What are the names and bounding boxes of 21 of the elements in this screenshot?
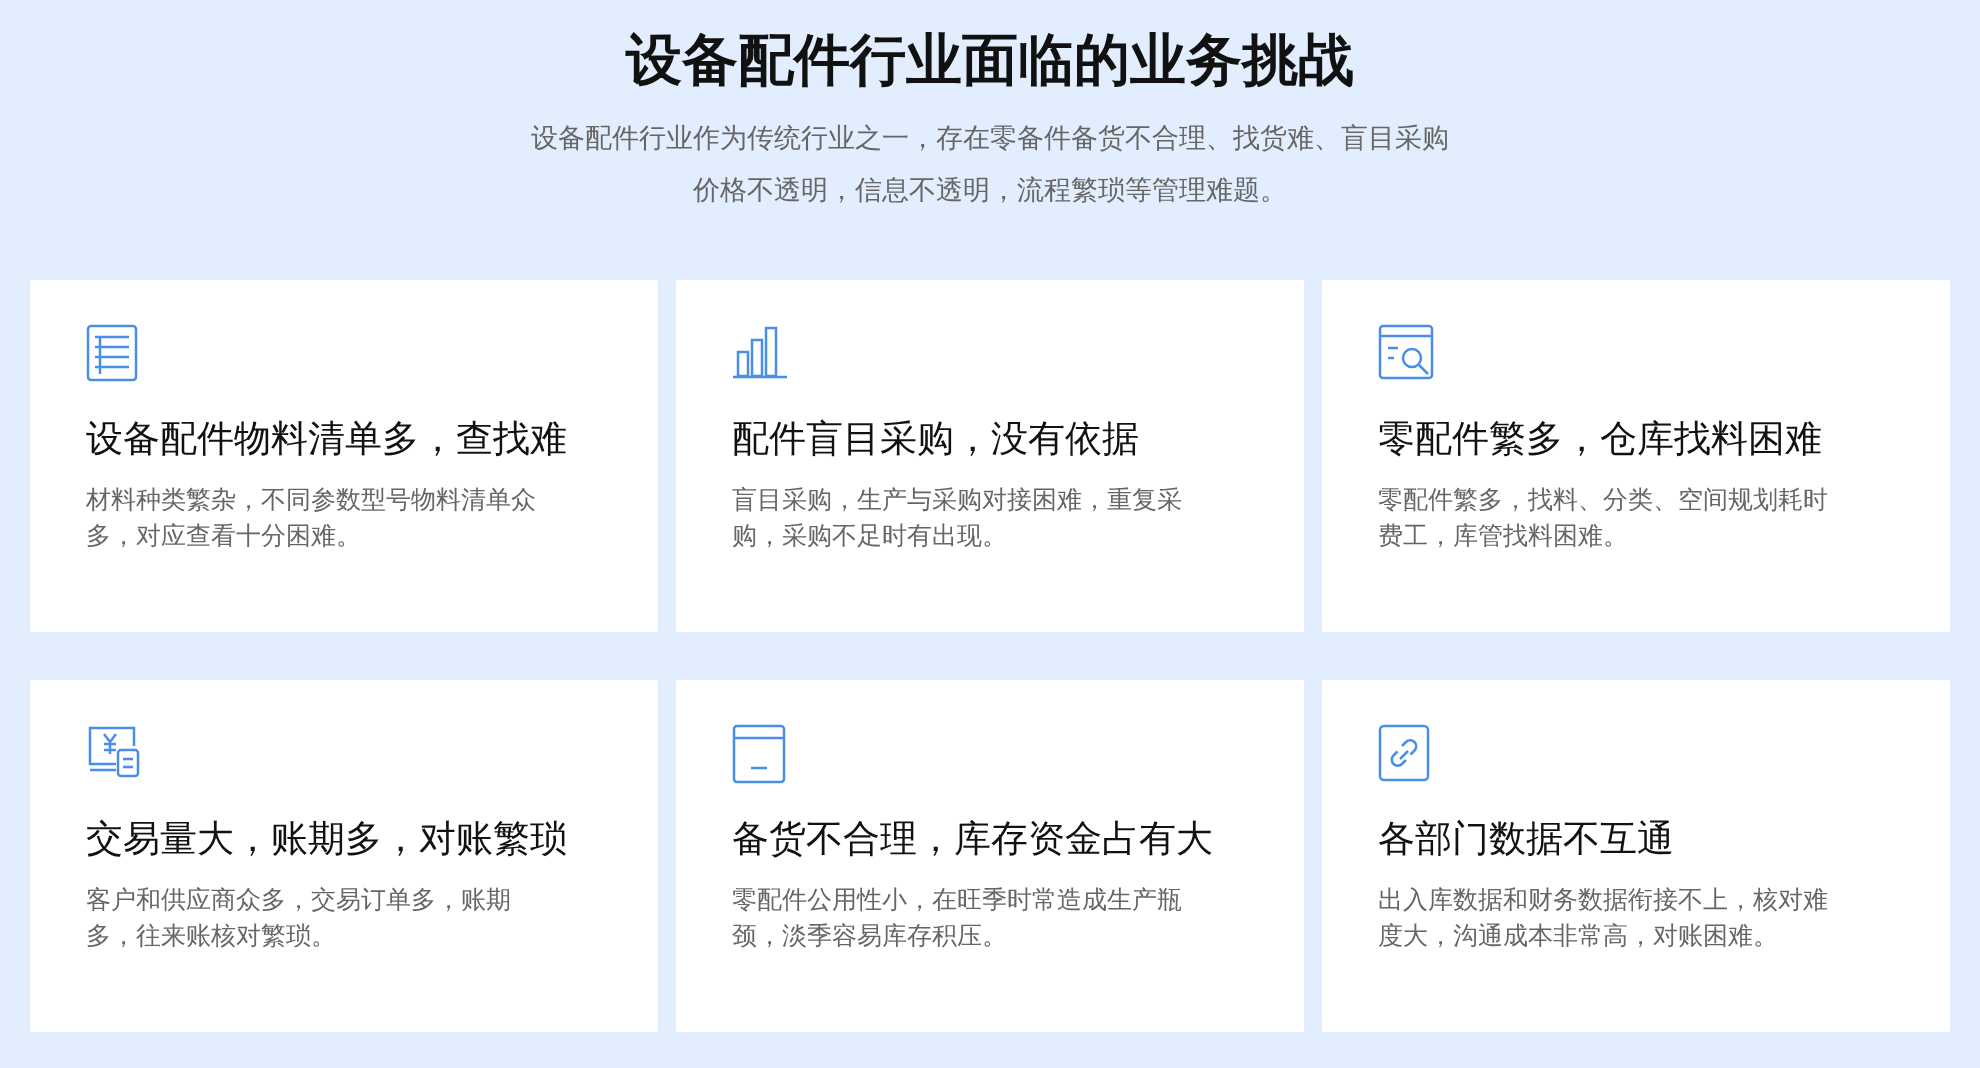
intro-text: 设备配件行业作为传统行业之一，存在零备件备货不合理、找货难、盲目采购 <box>530 121 1450 155</box>
card-title: 交易量大，账期多，对账繁琐 <box>86 816 568 862</box>
bar-chart-icon <box>732 324 788 380</box>
intro-text: 价格不透明，信息不透明，流程繁琐等管理难题。 <box>692 173 1288 207</box>
window-icon <box>732 724 786 784</box>
card-title: 配件盲目采购，没有依据 <box>732 416 1140 462</box>
card-description: 零配件繁多，找料、分类、空间规划耗时费工，库管找料困难。 <box>1378 484 1829 552</box>
card-title: 各部门数据不互通 <box>1378 816 1675 862</box>
list-icon <box>86 324 138 382</box>
card-title: 备货不合理，库存资金占有大 <box>732 816 1214 862</box>
card-description: 零配件公用性小，在旺季时常造成生产瓶颈，淡季容易库存积压。 <box>732 884 1183 952</box>
card-title: 零配件繁多，仓库找料困难 <box>1378 416 1823 462</box>
search-icon <box>1378 324 1436 382</box>
section-heading: 设备配件行业面临的业务挑战 <box>624 26 1355 94</box>
card-description: 材料种类繁杂，不同参数型号物料清单众多，对应查看十分困难。 <box>86 484 537 552</box>
link-icon <box>1378 724 1430 782</box>
card-description: 盲目采购，生产与采购对接困难，重复采购，采购不足时有出现。 <box>732 484 1183 552</box>
bill-icon <box>86 724 142 780</box>
card-title: 设备配件物料清单多，查找难 <box>86 416 568 462</box>
card-description: 客户和供应商众多，交易订单多，账期多，往来账核对繁琐。 <box>86 884 512 952</box>
card-description: 出入库数据和财务数据衔接不上，核对难度大，沟通成本非常高，对账困难。 <box>1378 884 1829 952</box>
